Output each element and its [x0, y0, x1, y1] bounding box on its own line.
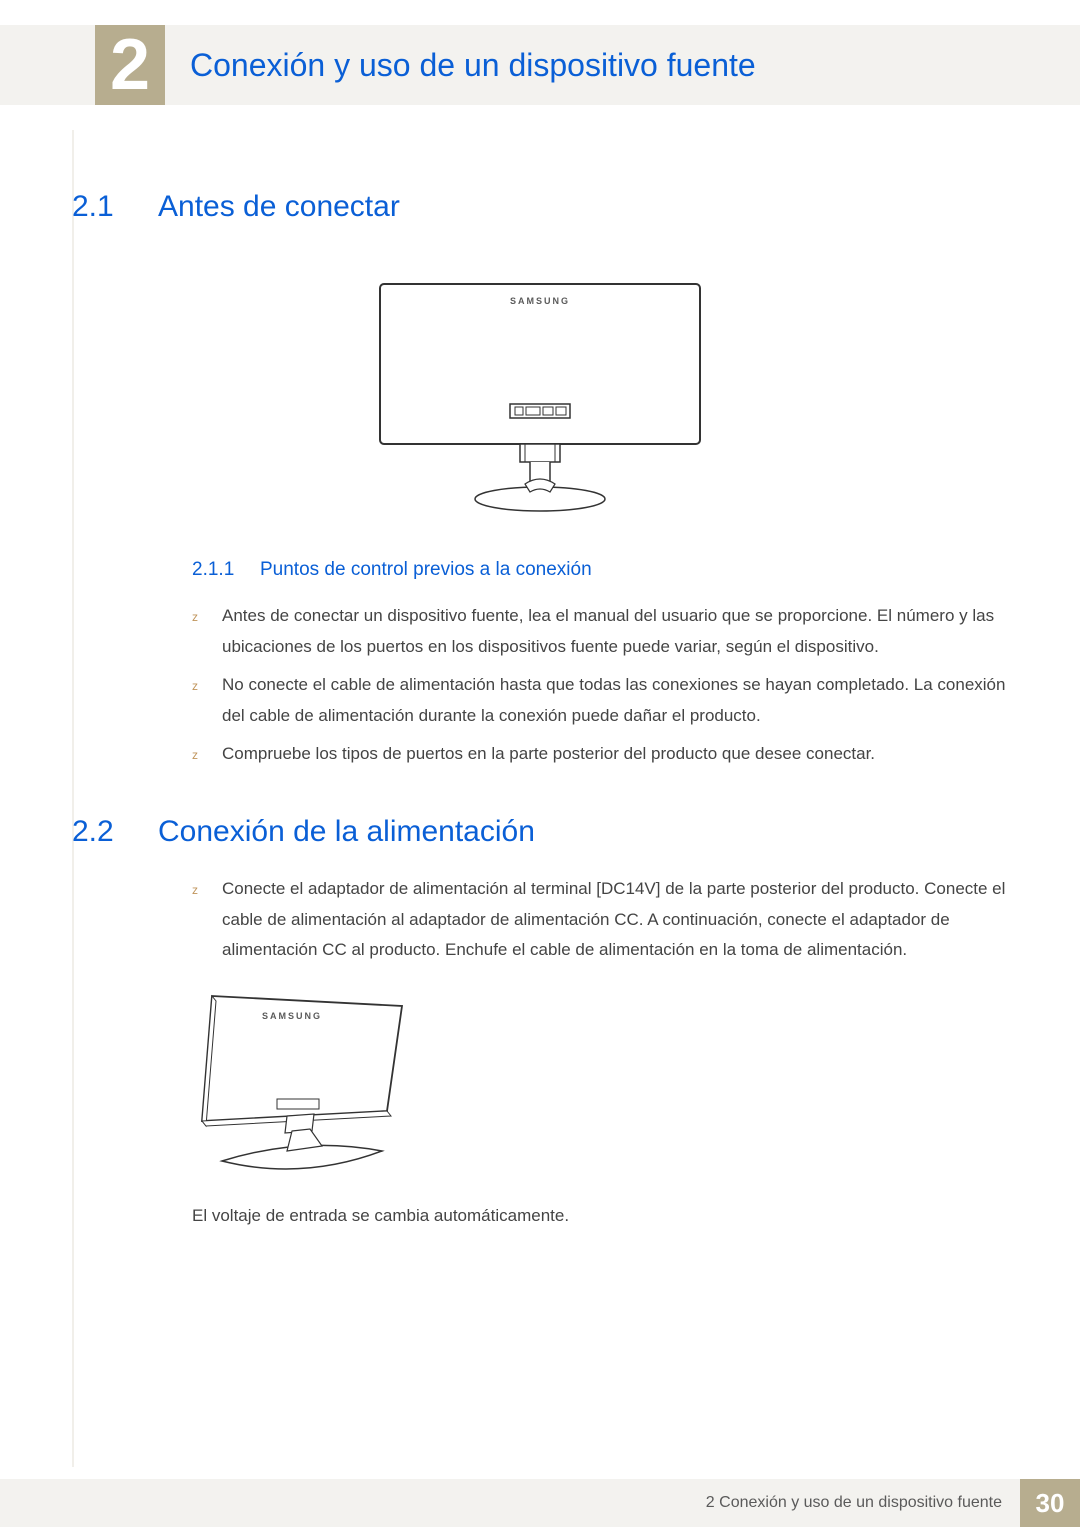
section-2-2-heading: 2.2 Conexión de la alimentación: [72, 815, 1008, 849]
figure-brand-label: SAMSUNG: [510, 296, 570, 306]
list-item: z No conecte el cable de alimentación ha…: [192, 670, 1008, 731]
list-item: z Antes de conectar un dispositivo fuent…: [192, 601, 1008, 662]
figure-monitor-perspective: SAMSUNG: [192, 981, 422, 1186]
monitor-perspective-icon: SAMSUNG: [192, 981, 422, 1181]
subsection-number: 2.1.1: [192, 559, 242, 581]
figure-monitor-rear: SAMSUNG: [370, 274, 710, 519]
page-footer: 2 Conexión y uso de un dispositivo fuent…: [0, 1479, 1080, 1527]
footer-chapter-label: 2 Conexión y uso de un dispositivo fuent…: [0, 1479, 1020, 1527]
bullet-marker-icon: z: [192, 676, 202, 731]
list-item-text: Conecte el adaptador de alimentación al …: [222, 874, 1008, 966]
chapter-number: 2: [110, 29, 150, 101]
figure-caption: El voltaje de entrada se cambia automáti…: [192, 1206, 1008, 1226]
footer-page-number: 30: [1020, 1479, 1080, 1527]
chapter-badge: 2: [95, 25, 165, 105]
section-title: Antes de conectar: [158, 190, 400, 224]
list-item: z Compruebe los tipos de puertos en la p…: [192, 739, 1008, 770]
section-2-1-heading: 2.1 Antes de conectar: [72, 190, 1008, 224]
bullet-marker-icon: z: [192, 607, 202, 662]
section-title: Conexión de la alimentación: [158, 815, 535, 849]
section-number: 2.2: [72, 815, 132, 849]
bullet-list-2-2: z Conecte el adaptador de alimentación a…: [192, 874, 1008, 966]
subsection-title: Puntos de control previos a la conexión: [260, 559, 592, 581]
list-item-text: Compruebe los tipos de puertos en la par…: [222, 739, 1008, 770]
content-area: 2.1 Antes de conectar SAMSUNG: [72, 190, 1008, 1226]
chapter-title: Conexión y uso de un dispositivo fuente: [190, 25, 756, 105]
monitor-rear-icon: SAMSUNG: [370, 274, 710, 514]
bullet-marker-icon: z: [192, 745, 202, 770]
list-item-text: No conecte el cable de alimentación hast…: [222, 670, 1008, 731]
bullet-marker-icon: z: [192, 880, 202, 966]
section-2-1-1-heading: 2.1.1 Puntos de control previos a la con…: [192, 559, 1008, 581]
section-number: 2.1: [72, 190, 132, 224]
list-item-text: Antes de conectar un dispositivo fuente,…: [222, 601, 1008, 662]
page: 2 Conexión y uso de un dispositivo fuent…: [0, 0, 1080, 1527]
list-item: z Conecte el adaptador de alimentación a…: [192, 874, 1008, 966]
bullet-list-2-1-1: z Antes de conectar un dispositivo fuent…: [192, 601, 1008, 770]
figure-brand-label: SAMSUNG: [262, 1011, 322, 1021]
